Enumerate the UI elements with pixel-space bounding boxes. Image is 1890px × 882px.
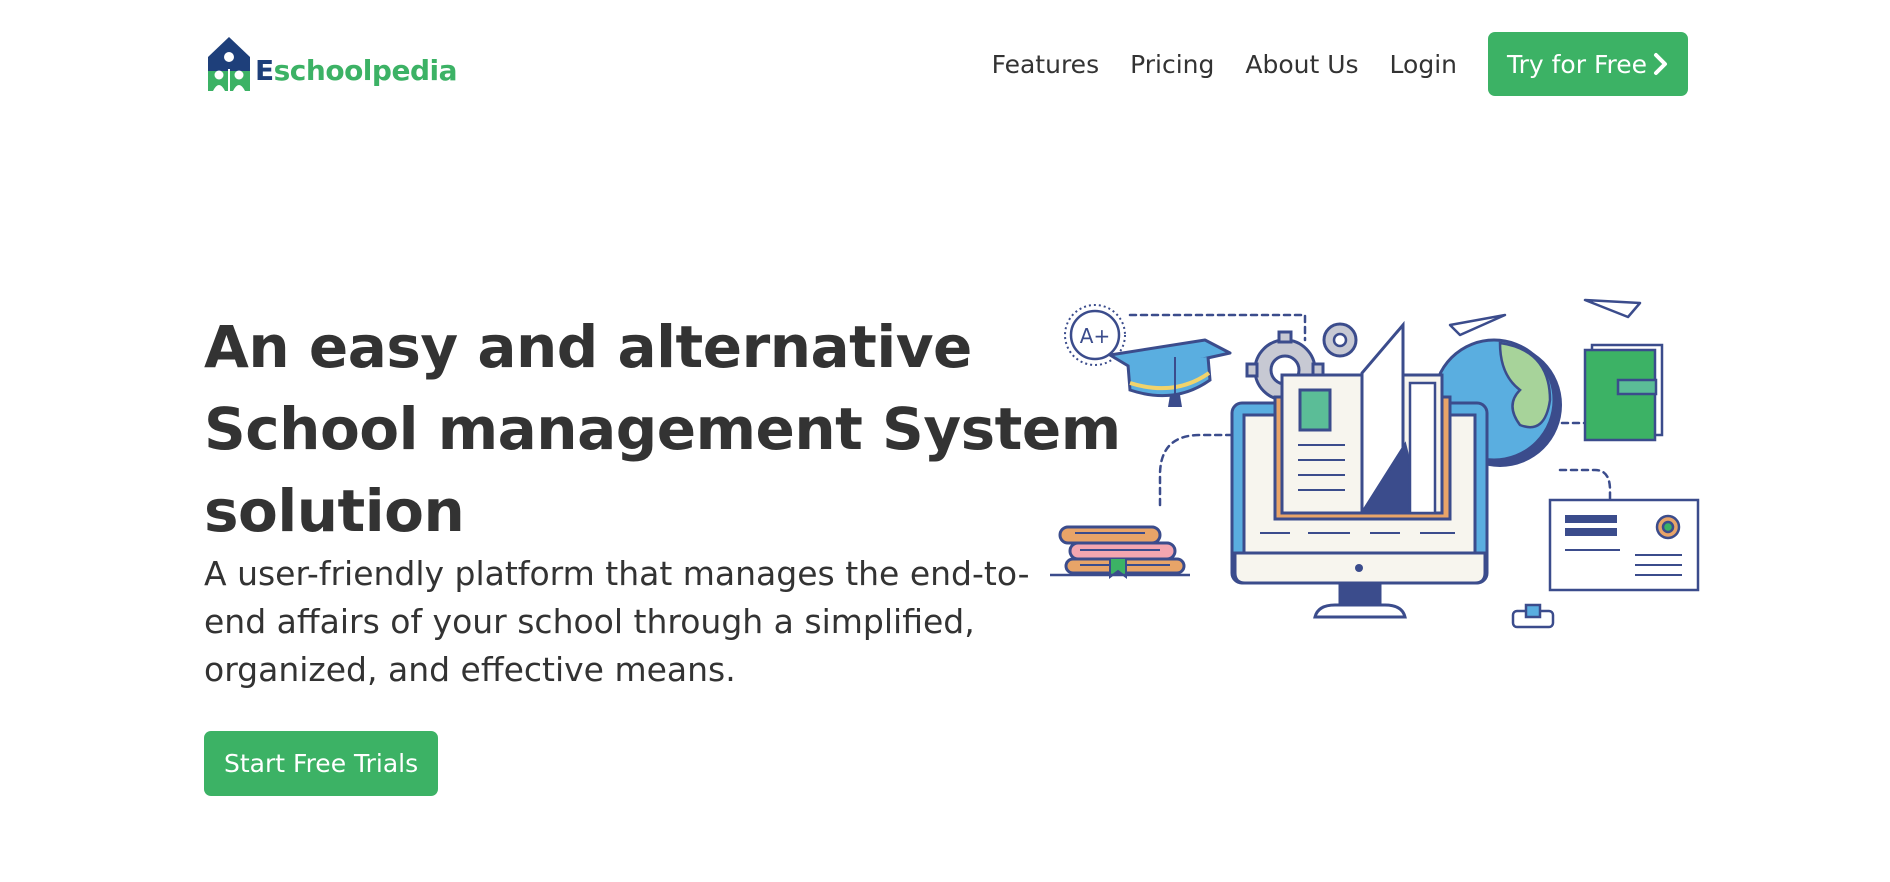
hero-title: An easy and alternative School managemen… <box>204 306 1121 552</box>
start-free-trials-button[interactable]: Start Free Trials <box>204 731 439 796</box>
nav-pricing[interactable]: Pricing <box>1130 50 1214 79</box>
logo-text: Eschoolpedia <box>255 53 457 87</box>
page: Eschoolpedia Features Pricing About Us L… <box>0 0 1890 882</box>
chevron-right-icon <box>1654 53 1667 75</box>
usb-icon <box>1511 603 1555 629</box>
id-card-icon <box>1548 498 1700 592</box>
notebook-icon <box>1583 343 1664 442</box>
books-icon <box>1050 525 1190 579</box>
hero-title-line: School management System <box>204 395 1121 463</box>
logo-icon <box>208 37 250 91</box>
nav-features[interactable]: Features <box>992 50 1100 79</box>
logo-link[interactable]: Eschoolpedia <box>204 30 457 98</box>
hero-subtitle-line: A user-friendly platform that manages th… <box>204 554 1030 593</box>
svg-text:A+: A+ <box>1080 324 1110 348</box>
nav-links: Features Pricing About Us Login Try for … <box>992 32 1688 96</box>
hero-title-line: solution <box>204 477 465 545</box>
graduation-cap-icon <box>1108 338 1232 407</box>
hero-subtitle-line: organized, and effective means. <box>204 650 736 689</box>
navbar: Eschoolpedia Features Pricing About Us L… <box>204 30 1688 98</box>
nav-login[interactable]: Login <box>1390 50 1457 79</box>
try-for-free-label: Try for Free <box>1507 49 1647 79</box>
try-for-free-button[interactable]: Try for Free <box>1488 32 1688 96</box>
nav-about-us[interactable]: About Us <box>1245 50 1358 79</box>
paper-plane-icon <box>1448 298 1642 337</box>
hero-subtitle-line: end affairs of your school through a sim… <box>204 602 975 641</box>
hero-title-line: An easy and alternative <box>204 313 972 381</box>
hero-subtitle: A user-friendly platform that manages th… <box>204 550 1044 694</box>
hero-illustration: A+ <box>1050 298 1700 629</box>
